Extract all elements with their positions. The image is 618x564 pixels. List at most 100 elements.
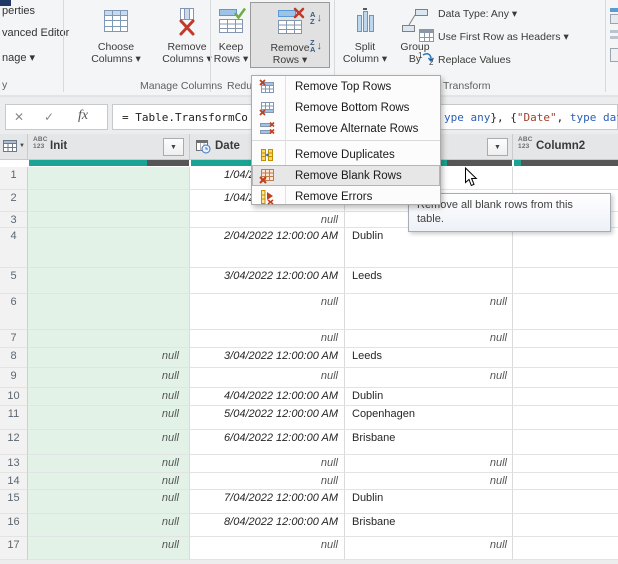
cell-city[interactable]: Leeds — [345, 268, 513, 294]
cell-date[interactable]: 5/04/2022 12:00:00 AM — [190, 406, 345, 430]
cell-date[interactable]: null — [190, 455, 345, 473]
cell-date[interactable]: 3/04/2022 12:00:00 AM — [190, 348, 345, 368]
menu-item-remove-duplicates[interactable]: Remove Duplicates — [252, 144, 440, 165]
row-number[interactable]: 11 — [0, 406, 28, 430]
cell-column2[interactable] — [513, 388, 618, 406]
row-number[interactable]: 3 — [0, 212, 28, 228]
cell-city[interactable]: Dublin — [345, 388, 513, 406]
cell-date[interactable]: null — [190, 294, 345, 330]
sort-ascending-button[interactable]: AZ ↓ — [302, 6, 330, 30]
cropped-merge-icon[interactable] — [610, 8, 618, 12]
cell-init[interactable] — [28, 294, 190, 330]
cell-city[interactable]: null — [345, 473, 513, 490]
choose-columns-button[interactable]: Choose Columns ▾ — [84, 2, 148, 68]
cell-date[interactable]: 3/04/2022 12:00:00 AM — [190, 268, 345, 294]
use-first-row-button[interactable]: Use First Row as Headers ▾ — [438, 31, 569, 43]
cell-init[interactable] — [28, 330, 190, 348]
row-number[interactable]: 9 — [0, 368, 28, 388]
cell-init[interactable] — [28, 268, 190, 294]
cell-date[interactable]: null — [190, 330, 345, 348]
cell-date[interactable]: 8/04/2022 12:00:00 AM — [190, 514, 345, 537]
cell-city[interactable]: null — [345, 330, 513, 348]
row-number[interactable]: 10 — [0, 388, 28, 406]
row-number[interactable]: 15 — [0, 490, 28, 514]
cell-column2[interactable] — [513, 537, 618, 560]
advanced-editor-button[interactable]: vanced Editor — [2, 27, 69, 39]
row-number[interactable]: 16 — [0, 514, 28, 537]
filter-button-hidden[interactable]: ▼ — [487, 138, 508, 156]
cell-date[interactable]: null — [190, 368, 345, 388]
row-number[interactable]: 17 — [0, 537, 28, 560]
table-menu-button[interactable]: ▼ — [0, 134, 28, 159]
row-number[interactable]: 5 — [0, 268, 28, 294]
cell-column2[interactable] — [513, 294, 618, 330]
cell-city[interactable]: null — [345, 455, 513, 473]
cell-date[interactable]: null — [190, 537, 345, 560]
cropped-combine-icon[interactable] — [610, 48, 618, 62]
cropped-append-icon[interactable] — [610, 30, 618, 33]
cell-city[interactable]: Dublin — [345, 228, 513, 268]
cell-init[interactable]: null — [28, 514, 190, 537]
cell-init[interactable]: null — [28, 430, 190, 455]
cell-column2[interactable] — [513, 268, 618, 294]
replace-values-button[interactable]: Replace Values — [438, 54, 511, 66]
menu-item-remove-bottom-rows[interactable]: Remove Bottom Rows — [252, 97, 440, 118]
cell-column2[interactable] — [513, 167, 618, 190]
row-number[interactable]: 14 — [0, 473, 28, 490]
cell-column2[interactable] — [513, 514, 618, 537]
cell-init[interactable]: null — [28, 490, 190, 514]
cell-init[interactable]: null — [28, 406, 190, 430]
row-number[interactable]: 1 — [0, 167, 28, 190]
cell-city[interactable]: Copenhagen — [345, 406, 513, 430]
cell-init[interactable]: null — [28, 473, 190, 490]
menu-item-remove-alternate-rows[interactable]: Remove Alternate Rows — [252, 118, 440, 139]
row-number[interactable]: 13 — [0, 455, 28, 473]
cell-city[interactable]: Leeds — [345, 348, 513, 368]
column-header-init[interactable]: ABC 123 Init ▼ — [28, 134, 190, 159]
cell-city[interactable]: Dublin — [345, 490, 513, 514]
filter-button-init[interactable]: ▼ — [163, 138, 184, 156]
menu-item-remove-blank-rows[interactable]: Remove Blank Rows — [252, 165, 440, 186]
cell-column2[interactable] — [513, 490, 618, 514]
split-column-button[interactable]: Split Column ▾ — [338, 2, 392, 68]
cell-date[interactable]: 6/04/2022 12:00:00 AM — [190, 430, 345, 455]
cell-init[interactable]: null — [28, 348, 190, 368]
cell-column2[interactable] — [513, 368, 618, 388]
data-type-button[interactable]: Data Type: Any ▾ — [438, 8, 517, 20]
cell-column2[interactable] — [513, 430, 618, 455]
row-number[interactable]: 2 — [0, 190, 28, 212]
cell-city[interactable]: Brisbane — [345, 514, 513, 537]
cell-column2[interactable] — [513, 473, 618, 490]
row-number[interactable]: 7 — [0, 330, 28, 348]
cell-column2[interactable] — [513, 348, 618, 368]
sort-descending-button[interactable]: ZA ↓ — [302, 34, 330, 58]
cell-init[interactable] — [28, 190, 190, 212]
cell-date[interactable]: 2/04/2022 12:00:00 AM — [190, 228, 345, 268]
cell-column2[interactable] — [513, 406, 618, 430]
cell-init[interactable] — [28, 212, 190, 228]
cell-init[interactable]: null — [28, 368, 190, 388]
cell-city[interactable]: null — [345, 294, 513, 330]
cell-init[interactable]: null — [28, 537, 190, 560]
row-number[interactable]: 8 — [0, 348, 28, 368]
row-number[interactable]: 12 — [0, 430, 28, 455]
cell-date[interactable]: 7/04/2022 12:00:00 AM — [190, 490, 345, 514]
cell-column2[interactable] — [513, 330, 618, 348]
cancel-formula-icon[interactable]: ✕ — [14, 110, 24, 124]
row-number[interactable]: 6 — [0, 294, 28, 330]
cell-city[interactable]: null — [345, 368, 513, 388]
cell-init[interactable]: null — [28, 455, 190, 473]
properties-button[interactable]: perties — [2, 5, 35, 17]
cell-city[interactable]: null — [345, 537, 513, 560]
cell-city[interactable]: Brisbane — [345, 430, 513, 455]
cell-date[interactable]: null — [190, 473, 345, 490]
keep-rows-button[interactable]: Keep Rows ▾ — [211, 2, 251, 68]
menu-item-remove-top-rows[interactable]: Remove Top Rows — [252, 76, 440, 97]
cell-date[interactable]: null — [190, 212, 345, 228]
cell-init[interactable] — [28, 228, 190, 268]
cell-column2[interactable] — [513, 228, 618, 268]
menu-item-remove-errors[interactable]: Remove Errors — [252, 186, 440, 207]
column-header-column2[interactable]: ABC 123 Column2 — [513, 134, 618, 159]
cell-init[interactable]: null — [28, 388, 190, 406]
row-number[interactable]: 4 — [0, 228, 28, 268]
